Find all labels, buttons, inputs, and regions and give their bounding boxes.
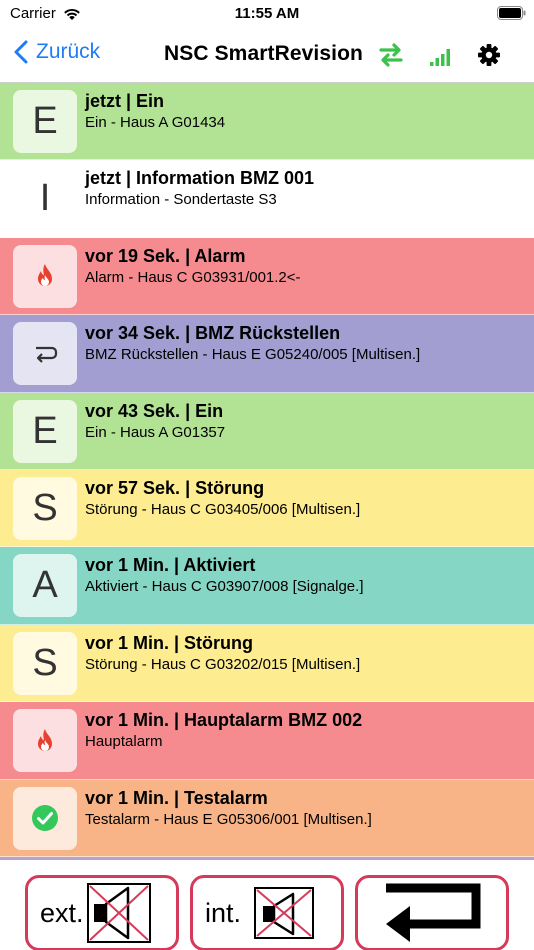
event-title: vor 1 Min. | Störung bbox=[85, 632, 254, 653]
speaker-muted-icon: int. bbox=[205, 887, 314, 939]
gear-icon[interactable] bbox=[475, 41, 503, 69]
event-badge bbox=[13, 322, 77, 386]
event-title: vor 1 Min. | Aktiviert bbox=[85, 555, 256, 576]
signal-strength-icon[interactable] bbox=[428, 41, 456, 69]
speaker-muted-icon: ext. bbox=[40, 883, 151, 943]
event-subtitle: Testalarm - Haus E G05306/001 [Multisen.… bbox=[85, 810, 372, 828]
badge-letter: E bbox=[32, 100, 58, 142]
enter-button[interactable] bbox=[355, 875, 509, 950]
event-title: vor 1 Min. | Hauptalarm BMZ 002 bbox=[85, 710, 363, 731]
event-row[interactable]: E jetzt | Ein Ein - Haus A G01434 bbox=[0, 83, 534, 161]
check-icon bbox=[32, 805, 58, 832]
event-subtitle: Aktiviert - Haus C G03907/008 [Signalge.… bbox=[85, 578, 364, 596]
event-subtitle: Störung - Haus C G03405/006 [Multisen.] bbox=[85, 500, 361, 518]
event-row[interactable]: S vor 57 Sek. | Störung Störung - Haus C… bbox=[0, 469, 534, 548]
event-subtitle: Information - Sondertaste S3 bbox=[85, 191, 277, 209]
event-title: vor 34 Sek. | BMZ Rückstellen bbox=[85, 323, 341, 344]
event-row[interactable]: S vor 1 Min. | Störung Störung - Haus C … bbox=[0, 624, 534, 703]
chevron-left-icon bbox=[14, 40, 28, 64]
back-button[interactable]: Zurück bbox=[14, 40, 100, 64]
badge-letter: E bbox=[32, 409, 58, 452]
event-row[interactable]: I jetzt | Information BMZ 001 Informatio… bbox=[0, 160, 534, 238]
event-subtitle: Alarm - Haus C G03931/001.2<- bbox=[85, 268, 301, 286]
event-row[interactable]: E vor 43 Sek. | Ein Ein - Haus A G01357 bbox=[0, 392, 534, 470]
event-badge: E bbox=[13, 399, 77, 463]
event-title: vor 57 Sek. | Störung bbox=[85, 477, 265, 498]
page-title: NSC SmartRevision bbox=[164, 42, 363, 65]
event-row[interactable]: vor 1 Min. | Testalarm Testalarm - Haus … bbox=[0, 779, 534, 857]
badge-letter: S bbox=[32, 641, 58, 684]
mute-internal-button[interactable]: int. bbox=[190, 875, 344, 950]
event-title: jetzt | Information BMZ 001 bbox=[85, 168, 315, 189]
event-badge: I bbox=[13, 167, 77, 230]
badge-letter: I bbox=[39, 177, 51, 220]
event-badge bbox=[13, 786, 77, 850]
fire-icon bbox=[38, 264, 52, 287]
event-subtitle: Ein - Haus A G01357 bbox=[85, 423, 226, 441]
event-row[interactable]: A vor 1 Min. | Aktiviert Aktiviert - Hau… bbox=[0, 547, 534, 625]
event-list[interactable]: E jetzt | Ein Ein - Haus A G01434 I jetz… bbox=[0, 83, 534, 857]
event-subtitle: Störung - Haus C G03202/015 [Multisen.] bbox=[85, 655, 361, 673]
event-row[interactable]: vor 1 Min. | Hauptalarm BMZ 002 Hauptala… bbox=[0, 702, 534, 780]
event-title: vor 1 Min. | Testalarm bbox=[85, 787, 268, 808]
event-row[interactable]: vor 19 Sek. | Alarm Alarm - Haus C G0393… bbox=[0, 237, 534, 316]
event-badge: E bbox=[13, 90, 77, 153]
back-label: Zurück bbox=[36, 40, 101, 63]
event-badge bbox=[13, 244, 77, 308]
event-title: vor 19 Sek. | Alarm bbox=[85, 245, 246, 266]
enter-arrow-icon bbox=[386, 883, 481, 942]
event-subtitle: BMZ Rückstellen - Haus E G05240/005 [Mul… bbox=[85, 346, 421, 364]
event-row[interactable]: vor 34 Sek. | BMZ Rückstellen BMZ Rückst… bbox=[0, 315, 534, 393]
ext-label: ext. bbox=[40, 898, 84, 928]
sync-arrows-icon[interactable] bbox=[377, 41, 405, 69]
mute-external-button[interactable]: ext. bbox=[25, 875, 179, 950]
status-bar: Carrier 11:55 AM bbox=[0, 0, 534, 28]
event-badge: S bbox=[13, 476, 77, 540]
return-arrow-icon bbox=[36, 346, 58, 363]
badge-letter: A bbox=[32, 564, 58, 607]
event-subtitle: Hauptalarm bbox=[85, 733, 163, 751]
navigation-bar: Zurück NSC SmartRevision bbox=[0, 28, 534, 83]
event-badge: A bbox=[13, 554, 77, 618]
int-label: int. bbox=[205, 898, 241, 928]
event-title: jetzt | Ein bbox=[85, 91, 165, 111]
badge-letter: S bbox=[32, 486, 58, 529]
event-title: vor 43 Sek. | Ein bbox=[85, 400, 224, 421]
event-badge: S bbox=[13, 631, 77, 695]
fire-icon bbox=[38, 728, 52, 751]
event-subtitle: Ein - Haus A G01434 bbox=[85, 114, 226, 131]
status-time: 11:55 AM bbox=[234, 5, 300, 22]
event-badge bbox=[13, 709, 77, 773]
battery-icon bbox=[497, 6, 526, 20]
bottom-toolbar: ext. int. bbox=[0, 857, 534, 950]
